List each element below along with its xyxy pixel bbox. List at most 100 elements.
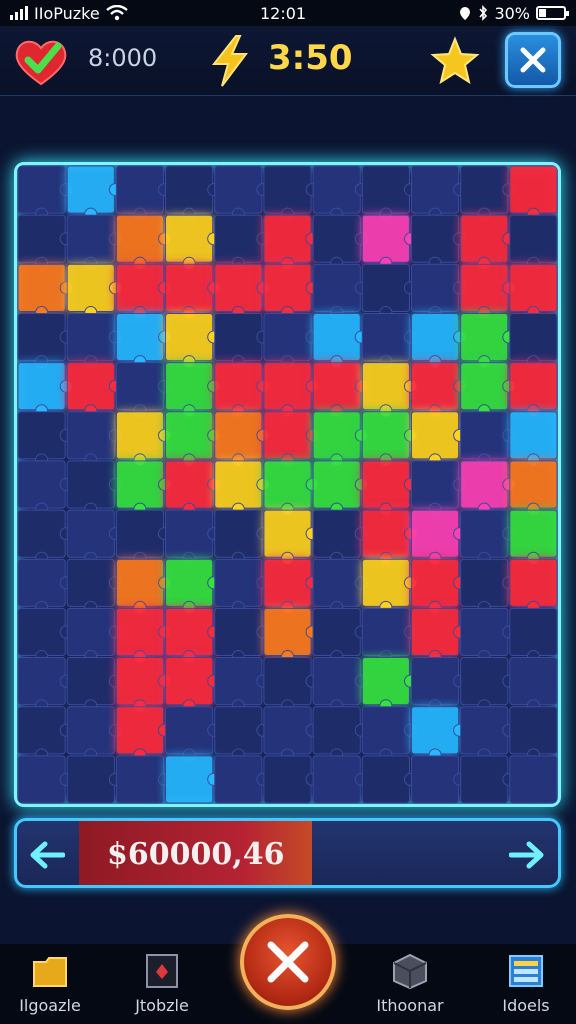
puzzle-piece[interactable] xyxy=(361,558,410,607)
puzzle-piece[interactable] xyxy=(214,706,263,755)
puzzle-piece[interactable] xyxy=(410,657,460,706)
puzzle-piece[interactable] xyxy=(410,607,460,657)
puzzle-piece[interactable] xyxy=(66,165,115,214)
puzzle-piece[interactable] xyxy=(460,607,509,657)
puzzle-piece[interactable] xyxy=(115,657,165,706)
puzzle-piece[interactable] xyxy=(17,165,66,214)
puzzle-piece[interactable] xyxy=(410,706,460,755)
puzzle-piece[interactable] xyxy=(263,607,312,657)
puzzle-piece[interactable] xyxy=(115,755,165,804)
puzzle-piece[interactable] xyxy=(312,607,361,657)
puzzle-piece[interactable] xyxy=(115,165,165,214)
puzzle-piece[interactable] xyxy=(509,509,558,558)
puzzle-piece[interactable] xyxy=(17,706,66,755)
puzzle-piece[interactable] xyxy=(312,755,361,804)
puzzle-piece[interactable] xyxy=(312,706,361,755)
puzzle-piece[interactable] xyxy=(263,706,312,755)
puzzle-piece[interactable] xyxy=(214,657,263,706)
puzzle-piece[interactable] xyxy=(460,362,509,411)
puzzle-piece[interactable] xyxy=(214,558,263,607)
tab-honor[interactable]: Ithoonar xyxy=(360,952,460,1015)
puzzle-piece[interactable] xyxy=(66,706,115,755)
puzzle-piece[interactable] xyxy=(214,362,263,411)
puzzle-piece[interactable] xyxy=(66,411,115,460)
next-button[interactable] xyxy=(507,835,547,875)
puzzle-piece[interactable] xyxy=(312,558,361,607)
puzzle-piece[interactable] xyxy=(17,411,66,460)
star-icon[interactable] xyxy=(430,36,480,86)
puzzle-piece[interactable] xyxy=(17,607,66,657)
puzzle-piece[interactable] xyxy=(66,607,115,657)
puzzle-piece[interactable] xyxy=(460,214,509,263)
puzzle-piece[interactable] xyxy=(361,607,410,657)
puzzle-grid[interactable] xyxy=(17,165,558,804)
puzzle-piece[interactable] xyxy=(460,165,509,214)
puzzle-piece[interactable] xyxy=(165,558,214,607)
puzzle-piece[interactable] xyxy=(263,165,312,214)
puzzle-piece[interactable] xyxy=(509,558,558,607)
puzzle-piece[interactable] xyxy=(66,263,115,312)
puzzle-piece[interactable] xyxy=(165,657,214,706)
puzzle-piece[interactable] xyxy=(165,460,214,509)
puzzle-piece[interactable] xyxy=(214,460,263,509)
puzzle-piece[interactable] xyxy=(361,411,410,460)
puzzle-piece[interactable] xyxy=(115,411,165,460)
puzzle-piece[interactable] xyxy=(214,509,263,558)
puzzle-board[interactable] xyxy=(14,162,561,807)
puzzle-piece[interactable] xyxy=(165,263,214,312)
puzzle-piece[interactable] xyxy=(17,509,66,558)
puzzle-piece[interactable] xyxy=(17,362,66,411)
puzzle-piece[interactable] xyxy=(214,214,263,263)
puzzle-piece[interactable] xyxy=(509,657,558,706)
puzzle-piece[interactable] xyxy=(66,362,115,411)
puzzle-piece[interactable] xyxy=(460,460,509,509)
puzzle-piece[interactable] xyxy=(115,214,165,263)
puzzle-piece[interactable] xyxy=(509,312,558,362)
puzzle-piece[interactable] xyxy=(361,460,410,509)
puzzle-piece[interactable] xyxy=(509,411,558,460)
puzzle-piece[interactable] xyxy=(312,214,361,263)
puzzle-piece[interactable] xyxy=(115,263,165,312)
puzzle-piece[interactable] xyxy=(509,362,558,411)
puzzle-piece[interactable] xyxy=(460,411,509,460)
puzzle-piece[interactable] xyxy=(66,460,115,509)
puzzle-piece[interactable] xyxy=(263,312,312,362)
puzzle-piece[interactable] xyxy=(460,263,509,312)
puzzle-piece[interactable] xyxy=(460,558,509,607)
puzzle-piece[interactable] xyxy=(509,263,558,312)
puzzle-piece[interactable] xyxy=(66,657,115,706)
puzzle-piece[interactable] xyxy=(17,312,66,362)
puzzle-piece[interactable] xyxy=(312,509,361,558)
puzzle-piece[interactable] xyxy=(312,312,361,362)
puzzle-piece[interactable] xyxy=(115,312,165,362)
puzzle-piece[interactable] xyxy=(263,657,312,706)
puzzle-piece[interactable] xyxy=(165,607,214,657)
puzzle-piece[interactable] xyxy=(312,460,361,509)
puzzle-piece[interactable] xyxy=(17,755,66,804)
puzzle-piece[interactable] xyxy=(165,214,214,263)
puzzle-piece[interactable] xyxy=(460,509,509,558)
puzzle-piece[interactable] xyxy=(66,214,115,263)
puzzle-piece[interactable] xyxy=(165,509,214,558)
puzzle-piece[interactable] xyxy=(165,362,214,411)
puzzle-piece[interactable] xyxy=(66,755,115,804)
puzzle-piece[interactable] xyxy=(214,312,263,362)
puzzle-piece[interactable] xyxy=(115,706,165,755)
puzzle-piece[interactable] xyxy=(115,362,165,411)
puzzle-piece[interactable] xyxy=(263,362,312,411)
puzzle-piece[interactable] xyxy=(17,657,66,706)
puzzle-piece[interactable] xyxy=(509,706,558,755)
puzzle-piece[interactable] xyxy=(263,509,312,558)
puzzle-piece[interactable] xyxy=(66,312,115,362)
puzzle-piece[interactable] xyxy=(361,509,410,558)
puzzle-piece[interactable] xyxy=(509,607,558,657)
tab-models[interactable]: Idoels xyxy=(476,952,576,1015)
puzzle-piece[interactable] xyxy=(361,657,410,706)
tab-jobs[interactable]: Jtobzle xyxy=(112,952,212,1015)
puzzle-piece[interactable] xyxy=(115,607,165,657)
puzzle-piece[interactable] xyxy=(361,312,410,362)
puzzle-piece[interactable] xyxy=(509,165,558,214)
puzzle-piece[interactable] xyxy=(263,411,312,460)
puzzle-piece[interactable] xyxy=(17,214,66,263)
puzzle-piece[interactable] xyxy=(312,362,361,411)
